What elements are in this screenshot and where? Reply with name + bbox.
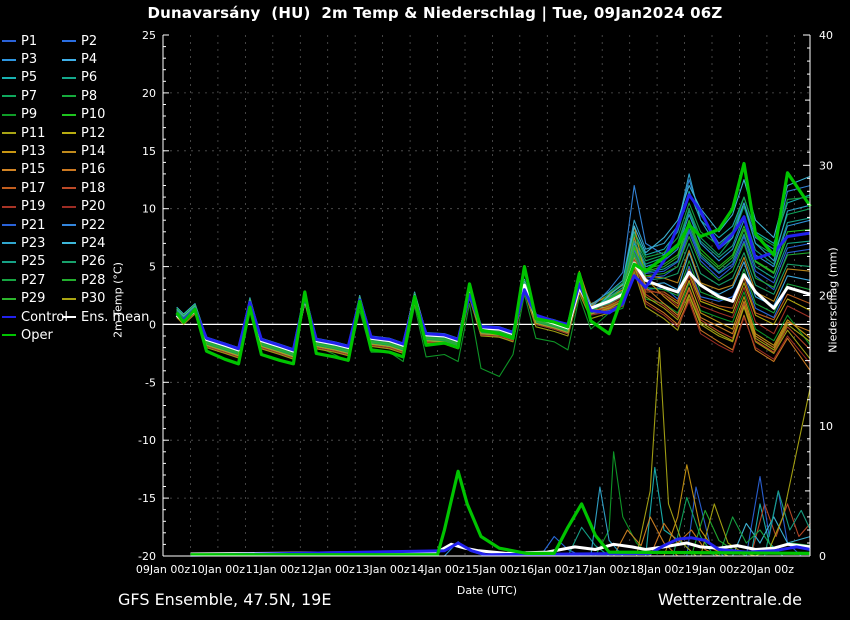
x-tick-label: 15Jan 00z [465, 563, 519, 576]
svg-text:20: 20 [142, 87, 156, 100]
x-tick-label: 14Jan 00z [410, 563, 464, 576]
svg-text:15: 15 [142, 145, 156, 158]
site-credit-text: Wetterzentrale.de [658, 590, 802, 609]
grid-lines [163, 35, 810, 556]
x-tick-label: 10Jan 00z [191, 563, 245, 576]
x-tick-label: 20Jan 00z [740, 563, 794, 576]
svg-text:0: 0 [819, 550, 826, 563]
svg-text:-20: -20 [138, 550, 156, 563]
x-tick-label: 12Jan 00z [301, 563, 355, 576]
svg-text:0: 0 [149, 318, 156, 331]
svg-text:40: 40 [819, 29, 833, 42]
svg-text:20: 20 [819, 290, 833, 303]
series-Control-temp [177, 195, 811, 350]
model-info-text: GFS Ensemble, 47.5N, 19E [118, 590, 331, 609]
svg-text:25: 25 [142, 29, 156, 42]
series-P11-precip [637, 348, 697, 556]
x-tick-label: 18Jan 00z [630, 563, 684, 576]
svg-text:30: 30 [819, 159, 833, 172]
x-tick-label: 09Jan 00z [136, 563, 190, 576]
x-axis-title: Date (UTC) [427, 584, 547, 597]
x-tick-label: 11Jan 00z [246, 563, 300, 576]
meteogram-chart: 2520151050-5-10-15-2040302010009Jan 00z1… [0, 0, 850, 620]
meteogram-page: Dunavarsány (HU) 2m Temp & Niederschlag … [0, 0, 850, 620]
svg-text:10: 10 [142, 203, 156, 216]
axes: 2520151050-5-10-15-2040302010009Jan 00z1… [136, 29, 833, 576]
series-P19-temp [177, 260, 811, 353]
x-tick-label: 16Jan 00z [520, 563, 574, 576]
series-P9-precip [595, 452, 650, 556]
x-tick-label: 19Jan 00z [685, 563, 739, 576]
svg-text:-5: -5 [145, 376, 156, 389]
svg-text:5: 5 [149, 261, 156, 274]
series-P16-temp [177, 264, 811, 371]
svg-text:10: 10 [819, 420, 833, 433]
x-tick-label: 13Jan 00z [355, 563, 409, 576]
x-tick-label: 17Jan 00z [575, 563, 629, 576]
svg-text:-10: -10 [138, 434, 156, 447]
svg-text:-15: -15 [138, 492, 156, 505]
series-lines [177, 164, 811, 557]
